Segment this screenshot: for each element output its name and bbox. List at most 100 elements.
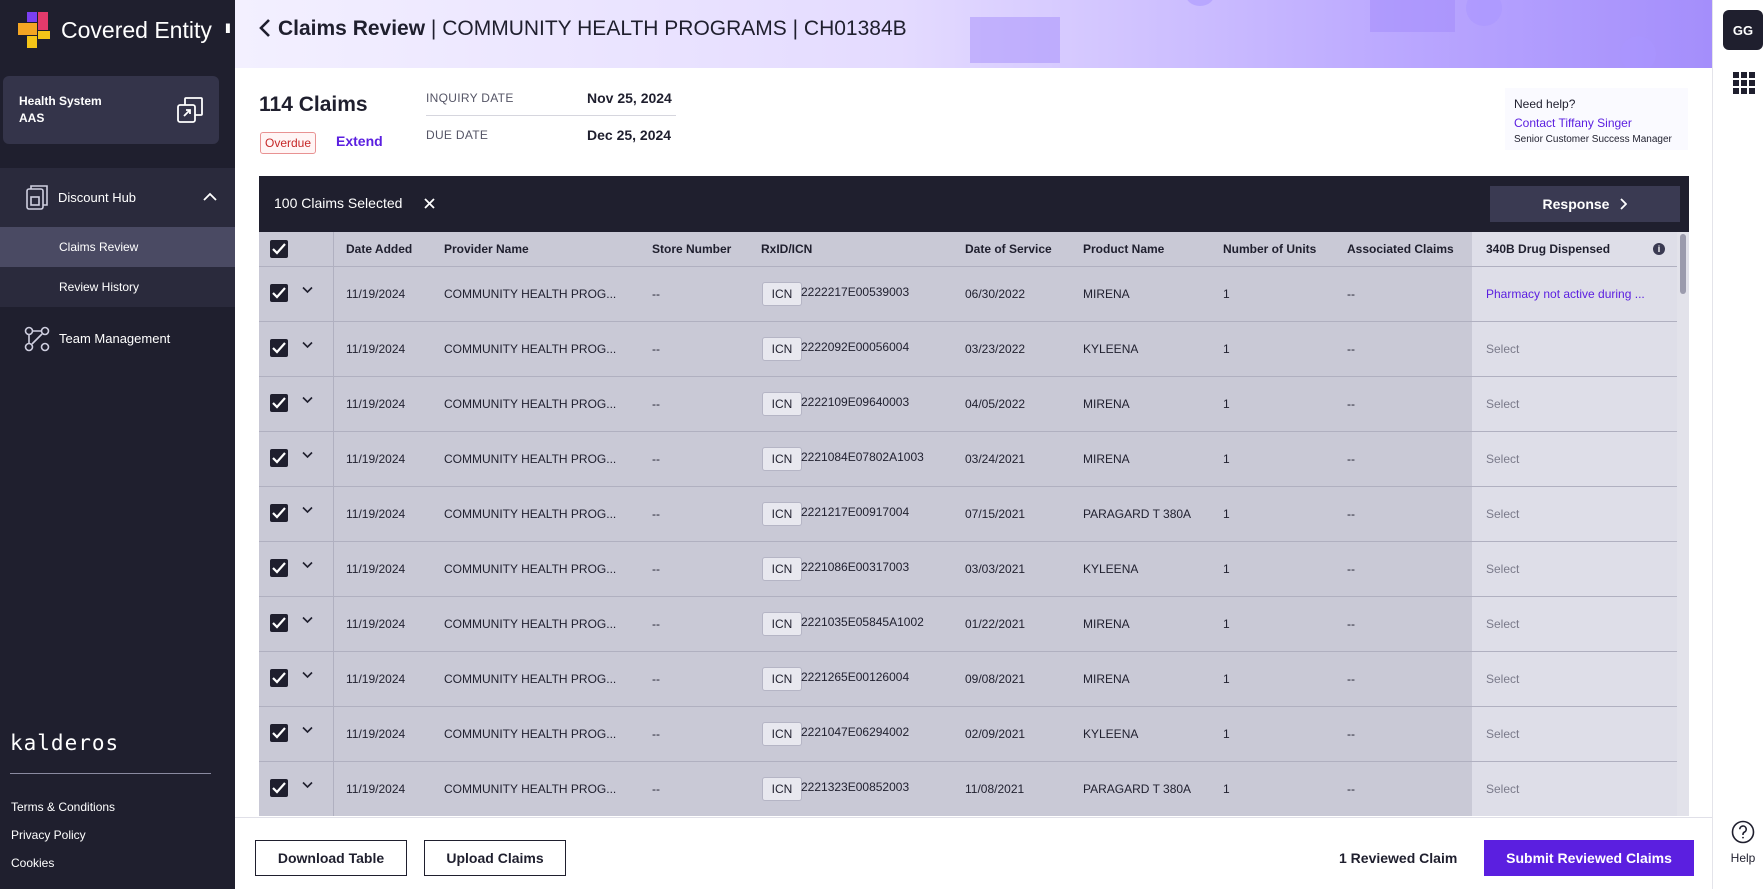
cell-associated-claims: --	[1347, 397, 1355, 411]
col-associated-claims[interactable]: Associated Claims	[1347, 242, 1454, 256]
drug-dispensed-select[interactable]: Select	[1472, 707, 1677, 762]
col-date-of-service[interactable]: Date of Service	[965, 242, 1052, 256]
row-checkbox[interactable]	[270, 284, 288, 302]
chevron-down-icon[interactable]	[302, 451, 313, 459]
info-icon[interactable]: i	[1653, 243, 1665, 255]
table-row[interactable]: Pharmacy not active during ... ICN 11/19/2…	[259, 266, 1689, 322]
chevron-down-icon[interactable]	[302, 726, 313, 734]
cell-product-name: KYLEENA	[1083, 562, 1139, 576]
cell-provider-name: COMMUNITY HEALTH PROG...	[444, 397, 617, 411]
row-checkbox[interactable]	[270, 669, 288, 687]
upload-claims-button[interactable]: Upload Claims	[424, 840, 566, 876]
select-all-checkbox[interactable]	[270, 240, 288, 258]
cell-product-name: KYLEENA	[1083, 342, 1139, 356]
drug-dispensed-select[interactable]: Pharmacy not active during ...	[1472, 267, 1677, 322]
table-row[interactable]: Select ICN 11/19/2024 COMMUNITY HEALTH PROG…	[259, 541, 1689, 597]
cell-date-added: 11/19/2024	[346, 452, 406, 466]
drug-dispensed-select[interactable]: Select	[1472, 542, 1677, 597]
drug-dispensed-select[interactable]: Select	[1472, 762, 1677, 816]
org-name: Health System	[19, 94, 102, 108]
selection-bar: 100 Claims Selected Response	[259, 176, 1689, 232]
drug-dispensed-select[interactable]: Select	[1472, 597, 1677, 652]
clear-selection-icon[interactable]	[423, 197, 436, 210]
brand[interactable]: Covered Entity	[18, 12, 212, 48]
row-checkbox[interactable]	[270, 339, 288, 357]
chevron-down-icon[interactable]	[302, 671, 313, 679]
response-button[interactable]: Response	[1490, 186, 1680, 222]
team-icon	[24, 326, 50, 352]
drug-dispensed-value: Select	[1486, 562, 1520, 576]
cookies-link[interactable]: Cookies	[11, 856, 54, 870]
table-scrollbar[interactable]	[1677, 232, 1689, 816]
cell-associated-claims: --	[1347, 672, 1355, 686]
chevron-down-icon[interactable]	[302, 341, 313, 349]
col-provider-name[interactable]: Provider Name	[444, 242, 529, 256]
help-button[interactable]: Help	[1725, 820, 1761, 865]
cell-number-of-units: 1	[1223, 617, 1230, 631]
cell-product-name: PARAGARD T 380A	[1083, 782, 1192, 796]
sidebar: Covered Entity II Health System AAS Disc…	[0, 0, 235, 889]
col-product-name[interactable]: Product Name	[1083, 242, 1164, 256]
cell-rxid: 2221265E00126004	[801, 670, 910, 684]
submit-reviewed-claims-button[interactable]: Submit Reviewed Claims	[1484, 840, 1694, 876]
row-checkbox[interactable]	[270, 394, 288, 412]
col-340b-drug-dispensed[interactable]: 340B Drug Dispensed	[1486, 242, 1610, 256]
row-checkbox[interactable]	[270, 614, 288, 632]
drug-dispensed-select[interactable]: Select	[1472, 487, 1677, 542]
chevron-down-icon[interactable]	[302, 561, 313, 569]
cell-product-name: MIRENA	[1083, 287, 1130, 301]
drug-dispensed-select[interactable]: Select	[1472, 377, 1677, 432]
download-table-button[interactable]: Download Table	[255, 840, 407, 876]
table-row[interactable]: Select ICN 11/19/2024 COMMUNITY HEALTH PROG…	[259, 761, 1689, 816]
table-row[interactable]: Select ICN 11/19/2024 COMMUNITY HEALTH PROG…	[259, 376, 1689, 432]
col-number-of-units[interactable]: Number of Units	[1223, 242, 1316, 256]
col-rxid-icn[interactable]: RxID/ICN	[761, 242, 812, 256]
back-arrow-icon[interactable]	[258, 18, 272, 38]
drug-dispensed-select[interactable]: Select	[1472, 322, 1677, 377]
row-checkbox[interactable]	[270, 559, 288, 577]
drug-dispensed-select[interactable]: Select	[1472, 432, 1677, 487]
table-row[interactable]: Select ICN 11/19/2024 COMMUNITY HEALTH PROG…	[259, 431, 1689, 487]
col-date-added[interactable]: Date Added	[346, 242, 412, 256]
switch-org-icon[interactable]	[177, 97, 203, 123]
drug-dispensed-value: Select	[1486, 782, 1520, 796]
chevron-down-icon[interactable]	[302, 286, 313, 294]
sidebar-item-claims-review[interactable]: Claims Review	[0, 227, 235, 267]
collapse-sidebar-button[interactable]: II	[225, 20, 231, 36]
privacy-link[interactable]: Privacy Policy	[11, 828, 86, 842]
cell-date-added: 11/19/2024	[346, 617, 406, 631]
scrollbar-thumb[interactable]	[1680, 234, 1686, 294]
cell-date-added: 11/19/2024	[346, 727, 406, 741]
table-row[interactable]: Select ICN 11/19/2024 COMMUNITY HEALTH PROG…	[259, 651, 1689, 707]
contact-role: Senior Customer Success Manager	[1514, 134, 1672, 145]
table-row[interactable]: Select ICN 11/19/2024 COMMUNITY HEALTH PROG…	[259, 321, 1689, 377]
row-checkbox[interactable]	[270, 724, 288, 742]
terms-link[interactable]: Terms & Conditions	[11, 800, 115, 814]
contact-link[interactable]: Contact Tiffany Singer	[1514, 116, 1632, 130]
org-switcher[interactable]: Health System AAS	[3, 76, 219, 144]
row-checkbox[interactable]	[270, 449, 288, 467]
apps-grid-icon[interactable]	[1733, 72, 1755, 94]
col-store-number[interactable]: Store Number	[652, 242, 731, 256]
drug-dispensed-value: Pharmacy not active during ...	[1486, 287, 1645, 301]
icn-badge: ICN	[762, 722, 802, 746]
chevron-down-icon[interactable]	[302, 396, 313, 404]
chevron-down-icon[interactable]	[302, 616, 313, 624]
table-row[interactable]: Select ICN 11/19/2024 COMMUNITY HEALTH PROG…	[259, 706, 1689, 762]
table-row[interactable]: Select ICN 11/19/2024 COMMUNITY HEALTH PROG…	[259, 596, 1689, 652]
brand-name: Covered Entity	[61, 16, 212, 43]
sidebar-item-team-management[interactable]: Team Management	[0, 316, 235, 360]
cell-date-added: 11/19/2024	[346, 342, 406, 356]
help-label: Help	[1730, 851, 1756, 865]
row-checkbox[interactable]	[270, 779, 288, 797]
drug-dispensed-select[interactable]: Select	[1472, 652, 1677, 707]
sidebar-item-review-history[interactable]: Review History	[0, 267, 235, 307]
chevron-down-icon[interactable]	[302, 506, 313, 514]
extend-link[interactable]: Extend	[336, 133, 383, 149]
chevron-up-icon[interactable]	[203, 190, 217, 204]
sidebar-item-discount-hub[interactable]: Discount Hub	[0, 168, 235, 227]
table-row[interactable]: Select ICN 11/19/2024 COMMUNITY HEALTH PROG…	[259, 486, 1689, 542]
avatar[interactable]: GG	[1723, 10, 1763, 50]
chevron-down-icon[interactable]	[302, 781, 313, 789]
row-checkbox[interactable]	[270, 504, 288, 522]
